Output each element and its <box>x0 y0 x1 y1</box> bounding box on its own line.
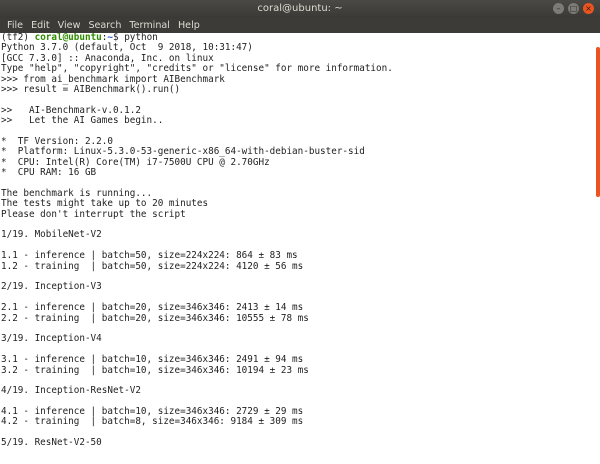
close-icon[interactable]: × <box>583 3 594 14</box>
terminal-window: coral@ubuntu: ~ – □ × File Edit View Sea… <box>0 0 600 464</box>
menu-search[interactable]: Search <box>84 18 125 33</box>
output-line: 1/19. MobileNet-V2 <box>1 229 102 241</box>
minimize-icon[interactable]: – <box>553 3 564 14</box>
output-line: 4.2 - training | batch=8, size=346x346: … <box>1 416 304 428</box>
output-line: >>> result = AIBenchmark().run() <box>1 83 181 95</box>
menu-view[interactable]: View <box>54 18 85 33</box>
output-line: * CPU RAM: 16 GB <box>1 167 97 179</box>
scrollbar[interactable] <box>594 33 600 464</box>
scrollbar-thumb[interactable] <box>596 47 600 197</box>
title-bar: coral@ubuntu: ~ – □ × <box>0 0 600 18</box>
menu-terminal[interactable]: Terminal <box>125 18 174 33</box>
output-line: 2.1 - inference | batch=20, size=346x346… <box>1 302 304 314</box>
output-line: Please don't interrupt the script <box>1 208 186 220</box>
output-line: 5/19. ResNet-V2-50 <box>1 437 102 449</box>
menu-bar: File Edit View Search Terminal Help <box>0 18 600 33</box>
output-line: 2.2 - training | batch=20, size=346x346:… <box>1 312 309 324</box>
window-title: coral@ubuntu: ~ <box>257 3 343 14</box>
output-line: 3.1 - inference | batch=10, size=346x346… <box>1 354 304 366</box>
output-line: Type "help", "copyright", "credits" or "… <box>1 63 393 75</box>
output-line: 3/19. Inception-V4 <box>1 333 102 345</box>
output-line: 1.2 - training | batch=50, size=224x224:… <box>1 260 304 272</box>
output-line: 2/19. Inception-V3 <box>1 281 102 293</box>
output-line: 3.2 - training | batch=10, size=346x346:… <box>1 364 309 376</box>
maximize-icon[interactable]: □ <box>568 3 579 14</box>
output-line: >> Let the AI Games begin.. <box>1 115 164 127</box>
terminal-output[interactable]: (tf2) coral@ubuntu:~$ python Python 3.7.… <box>0 33 594 464</box>
menu-help[interactable]: Help <box>174 18 204 33</box>
menu-edit[interactable]: Edit <box>27 18 54 33</box>
menu-file[interactable]: File <box>3 18 27 33</box>
output-line: 4/19. Inception-ResNet-V2 <box>1 385 141 397</box>
